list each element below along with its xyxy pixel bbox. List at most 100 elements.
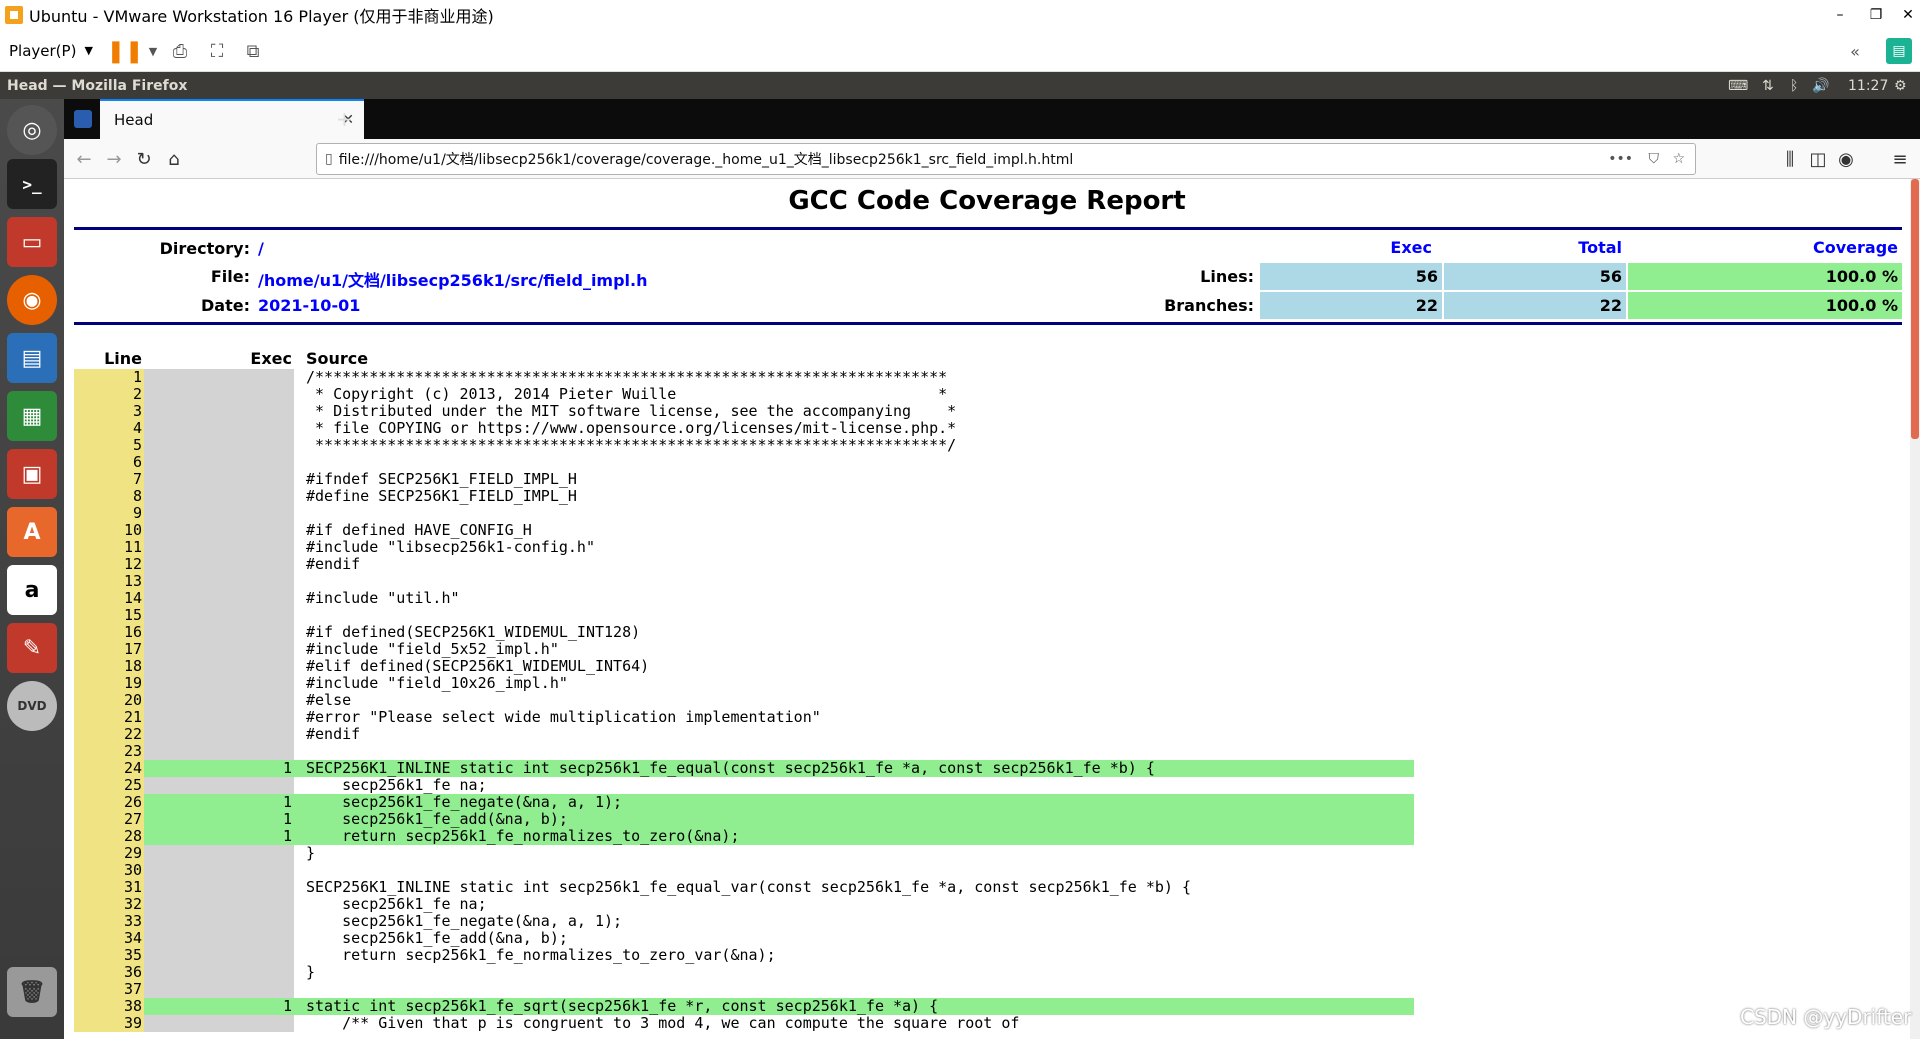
table-row: 3 * Distributed under the MIT software l… — [74, 403, 1414, 420]
settings-icon[interactable]: ✎ — [7, 623, 57, 673]
table-row: 37 — [74, 981, 1414, 998]
line-number: 31 — [74, 879, 144, 896]
exec-count — [144, 369, 294, 386]
account-icon[interactable]: ◉ — [1832, 145, 1860, 173]
table-row: 17 #include "field_5x52_impl.h" — [74, 641, 1414, 658]
line-number: 21 — [74, 709, 144, 726]
impress-icon[interactable]: ▣ — [7, 449, 57, 499]
scrollbar-thumb[interactable] — [1911, 179, 1919, 439]
exec-count — [144, 658, 294, 675]
pause-icon[interactable]: ❚❚ — [107, 38, 144, 64]
line-number: 27 — [74, 811, 144, 828]
amazon-icon[interactable]: a — [7, 565, 57, 615]
exec-count — [144, 726, 294, 743]
date-label: Date: — [201, 296, 250, 315]
home-icon[interactable]: ⌂ — [160, 145, 188, 173]
close-button[interactable]: ✕ — [1890, 0, 1920, 30]
message-icon[interactable]: ▤ — [1886, 38, 1912, 64]
forward-icon[interactable]: → — [100, 145, 128, 173]
line-number: 25 — [74, 777, 144, 794]
table-row: 30 — [74, 862, 1414, 879]
source-code: secp256k1_fe_negate(&na, a, 1); — [294, 794, 1414, 811]
library-icon[interactable]: ⫼ — [1776, 145, 1804, 173]
file-value: /home/u1/文档/libsecp256k1/src/field_impl.… — [258, 271, 648, 290]
table-row: 25 secp256k1_fe na; — [74, 777, 1414, 794]
source-code: /** Given that p is congruent to 3 mod 4… — [306, 1014, 1020, 1032]
scrollbar[interactable] — [1910, 179, 1920, 1039]
software-center-icon[interactable]: A — [7, 507, 57, 557]
source-code — [294, 505, 1414, 522]
terminal-icon[interactable]: >_ — [7, 159, 57, 209]
trash-icon[interactable]: 🗑 — [7, 967, 57, 1017]
clock[interactable]: 11:27 — [1848, 72, 1888, 99]
maximize-button[interactable]: ❐ — [1858, 0, 1894, 30]
source-code: } — [306, 963, 316, 981]
table-row: 35 return secp256k1_fe_normalizes_to_zer… — [74, 947, 1414, 964]
tab-favicon-icon — [74, 110, 92, 128]
watermark: CSDN @yyDrifter — [1740, 1005, 1912, 1029]
branches-coverage: 100.0 % — [1628, 292, 1902, 319]
dvd-icon[interactable]: DVD — [7, 681, 57, 731]
keyboard-icon[interactable]: ⌨ — [1728, 72, 1748, 99]
fullscreen-icon[interactable]: ⛶ — [204, 38, 230, 64]
table-row: 8 #define SECP256K1_FIELD_IMPL_H — [74, 488, 1414, 505]
table-row: 10 #if defined HAVE_CONFIG_H — [74, 522, 1414, 539]
table-row: 15 — [74, 607, 1414, 624]
files-icon[interactable]: ▭ — [7, 217, 57, 267]
table-row: 24 1 SECP256K1_INLINE static int secp256k1… — [74, 760, 1414, 777]
line-number: 9 — [74, 505, 144, 522]
bluetooth-icon[interactable]: ᛒ — [1790, 72, 1798, 99]
table-row: 13 — [74, 573, 1414, 590]
source-code: SECP256K1_INLINE static int secp256k1_fe… — [306, 878, 1192, 896]
table-row: 19 #include "field_10x26_impl.h" — [74, 675, 1414, 692]
chevron-down-icon[interactable]: ▼ — [84, 44, 92, 57]
reload-icon[interactable]: ↻ — [130, 145, 158, 173]
page-content: GCC Code Coverage Report Directory: / Fi… — [64, 179, 1920, 1039]
pocket-icon[interactable]: ⛉ — [1649, 151, 1660, 167]
firefox-icon[interactable]: ◉ — [7, 275, 57, 325]
table-row: 2 * Copyright (c) 2013, 2014 Pieter Wuil… — [74, 386, 1414, 403]
branches-total: 22 — [1444, 292, 1626, 319]
source-code: #else — [306, 691, 352, 709]
exec-count: 1 — [144, 828, 294, 845]
source-code: } — [306, 844, 316, 862]
menu-icon[interactable]: ≡ — [1886, 145, 1914, 173]
new-tab-icon[interactable]: + — [336, 107, 353, 131]
collapse-icon[interactable]: « — [1842, 38, 1868, 64]
calc-icon[interactable]: ▦ — [7, 391, 57, 441]
sidebar-icon[interactable]: ◫ — [1804, 145, 1832, 173]
source-code: #endif — [306, 555, 361, 573]
directory-link[interactable]: / — [258, 239, 264, 258]
source-code — [294, 743, 1414, 760]
gear-icon[interactable]: ⚙ — [1894, 72, 1907, 99]
table-row: 12 #endif — [74, 556, 1414, 573]
back-icon[interactable]: ← — [70, 145, 98, 173]
volume-icon[interactable]: 🔊 — [1812, 72, 1829, 99]
url-text[interactable]: file:///home/u1/文档/libsecp256k1/coverage… — [339, 149, 1074, 169]
page-actions-icon[interactable]: ••• — [1608, 151, 1633, 167]
player-menu[interactable]: Player(P) — [9, 42, 76, 60]
tab-head[interactable]: Head ✕ — [100, 99, 364, 139]
chevron-down-icon[interactable]: ▼ — [140, 38, 166, 64]
table-row: 16 #if defined(SECP256K1_WIDEMUL_INT128) — [74, 624, 1414, 641]
table-row: 28 1 return secp256k1_fe_normalizes_to_ze… — [74, 828, 1414, 845]
tab-title: Head — [114, 111, 154, 129]
ubuntu-dash-icon[interactable]: ◎ — [7, 105, 57, 155]
writer-icon[interactable]: ▤ — [7, 333, 57, 383]
bookmark-star-icon[interactable]: ☆ — [1672, 151, 1685, 167]
source-code: #endif — [306, 725, 361, 743]
send-ctrl-alt-del-icon[interactable]: ⎙ — [167, 38, 193, 64]
network-icon[interactable]: ⇅ — [1762, 72, 1774, 99]
url-bar[interactable]: ▯ file:///home/u1/文档/libsecp256k1/covera… — [316, 143, 1696, 175]
exec-count — [144, 607, 294, 624]
line-number: 15 — [74, 607, 144, 624]
line-number: 11 — [74, 539, 144, 556]
minimize-button[interactable]: – — [1822, 0, 1858, 30]
divider — [74, 322, 1902, 325]
unity-icon[interactable]: ⧉ — [240, 38, 266, 64]
exec-count — [144, 624, 294, 641]
table-row: 22 #endif — [74, 726, 1414, 743]
table-row: 7 #ifndef SECP256K1_FIELD_IMPL_H — [74, 471, 1414, 488]
source-code — [294, 573, 1414, 590]
exec-count: 1 — [144, 760, 294, 777]
